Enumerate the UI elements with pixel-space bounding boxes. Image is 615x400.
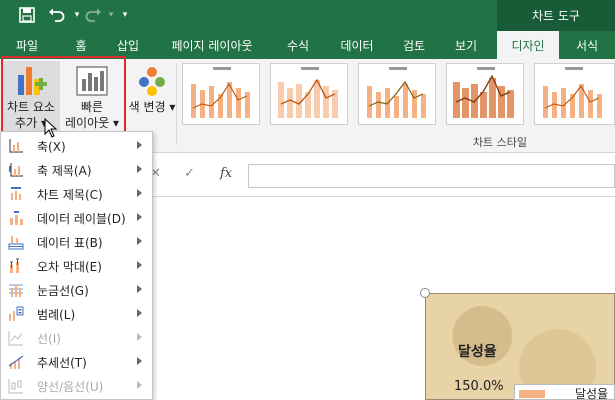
submenu-arrow-icon (137, 381, 142, 389)
chart-style-3[interactable] (358, 63, 436, 125)
undo-icon[interactable] (46, 4, 68, 26)
axis-icon (8, 138, 24, 154)
legend-label: 달성율 (575, 387, 609, 400)
save-icon[interactable] (16, 4, 38, 26)
submenu-arrow-icon (137, 261, 142, 269)
menu-item-data-table[interactable]: 데이터 표(B) (1, 230, 152, 254)
menu-item-legend[interactable]: 범례(L) (1, 302, 152, 326)
up-down-bars-icon (8, 378, 24, 394)
chart-title-icon (8, 186, 24, 202)
tab-home[interactable]: 홈 (64, 31, 98, 59)
submenu-arrow-icon (137, 237, 142, 245)
change-colors-icon (135, 63, 169, 99)
change-colors-label: 색 변경 ▾ (128, 100, 176, 114)
submenu-arrow-icon (137, 189, 142, 197)
chart-tools-context-tab: 차트 도구 (497, 0, 615, 31)
submenu-arrow-icon (137, 333, 142, 341)
legend-icon (8, 306, 24, 322)
tab-view[interactable]: 보기 (444, 31, 488, 59)
submenu-arrow-icon (137, 285, 142, 293)
mouse-cursor-icon (44, 118, 58, 138)
chart-legend[interactable]: 달성율 (514, 384, 615, 400)
tab-data[interactable]: 데이터 (330, 31, 384, 59)
chart-resize-handle[interactable] (420, 288, 430, 298)
menu-item-data-labels[interactable]: 데이터 레이블(D) (1, 206, 152, 230)
submenu-arrow-icon (137, 165, 142, 173)
customize-icon[interactable]: ▾ (114, 4, 136, 26)
highlight-box (1, 56, 126, 137)
chart-styles-gallery (176, 63, 615, 125)
formula-bar-buttons: ✕ ✓ fx (150, 164, 246, 188)
menu-item-up-down-bars: 양선/음선(U) (1, 374, 152, 398)
menu-item-lines: 선(I) (1, 326, 152, 350)
trendline-icon (8, 354, 24, 370)
insert-function-icon[interactable]: fx (220, 166, 232, 181)
submenu-arrow-icon (137, 213, 142, 221)
ribbon-tabs: 파일 홈 삽입 페이지 레이아웃 수식 데이터 검토 보기 디자인 서식 (0, 31, 615, 59)
submenu-arrow-icon (137, 141, 142, 149)
menu-item-gridlines[interactable]: 눈금선(G) (1, 278, 152, 302)
title-bar: ▾ ▾ ▾ 차트 도구 (0, 0, 615, 31)
menu-item-trendline[interactable]: 추세선(T) (1, 350, 152, 374)
confirm-icon[interactable]: ✓ (184, 166, 195, 181)
chart-style-4[interactable] (446, 63, 524, 125)
lines-icon (8, 330, 24, 346)
tab-file[interactable]: 파일 (0, 31, 54, 59)
tab-formulas[interactable]: 수식 (276, 31, 320, 59)
submenu-arrow-icon (137, 309, 142, 317)
menu-item-chart-title[interactable]: 차트 제목(C) (1, 182, 152, 206)
menu-item-axis-titles[interactable]: 축 제목(A) (1, 158, 152, 182)
chart-style-2[interactable] (270, 63, 348, 125)
tab-insert[interactable]: 삽입 (108, 31, 148, 59)
tab-page-layout[interactable]: 페이지 레이아웃 (160, 31, 264, 59)
data-labels-icon (8, 210, 24, 226)
axis-title-icon (8, 162, 24, 178)
menu-item-error-bars[interactable]: 오차 막대(E) (1, 254, 152, 278)
chart-style-1[interactable] (182, 63, 260, 125)
chart-axis-tick-label: 150.0% (454, 379, 504, 394)
error-bars-icon (8, 258, 24, 274)
legend-swatch (519, 390, 545, 398)
data-table-icon (8, 234, 24, 250)
chart-styles-group-label: 차트 스타일 (472, 136, 528, 149)
tab-format[interactable]: 서식 (565, 31, 609, 59)
menu-item-axes[interactable]: 축(X) (1, 134, 152, 158)
add-chart-element-menu: 축(X) 축 제목(A) 차트 제목(C) 데이터 레이블(D) 데이터 표(B… (0, 131, 153, 400)
chart-style-5[interactable] (534, 63, 615, 125)
formula-input[interactable] (248, 164, 615, 188)
submenu-arrow-icon (137, 357, 142, 365)
tab-review[interactable]: 검토 (394, 31, 434, 59)
gridlines-icon (8, 282, 24, 298)
change-colors-button[interactable]: 색 변경 ▾ (128, 61, 176, 115)
tab-design[interactable]: 디자인 (497, 31, 559, 59)
chart-title[interactable]: 달성율 (458, 341, 497, 361)
